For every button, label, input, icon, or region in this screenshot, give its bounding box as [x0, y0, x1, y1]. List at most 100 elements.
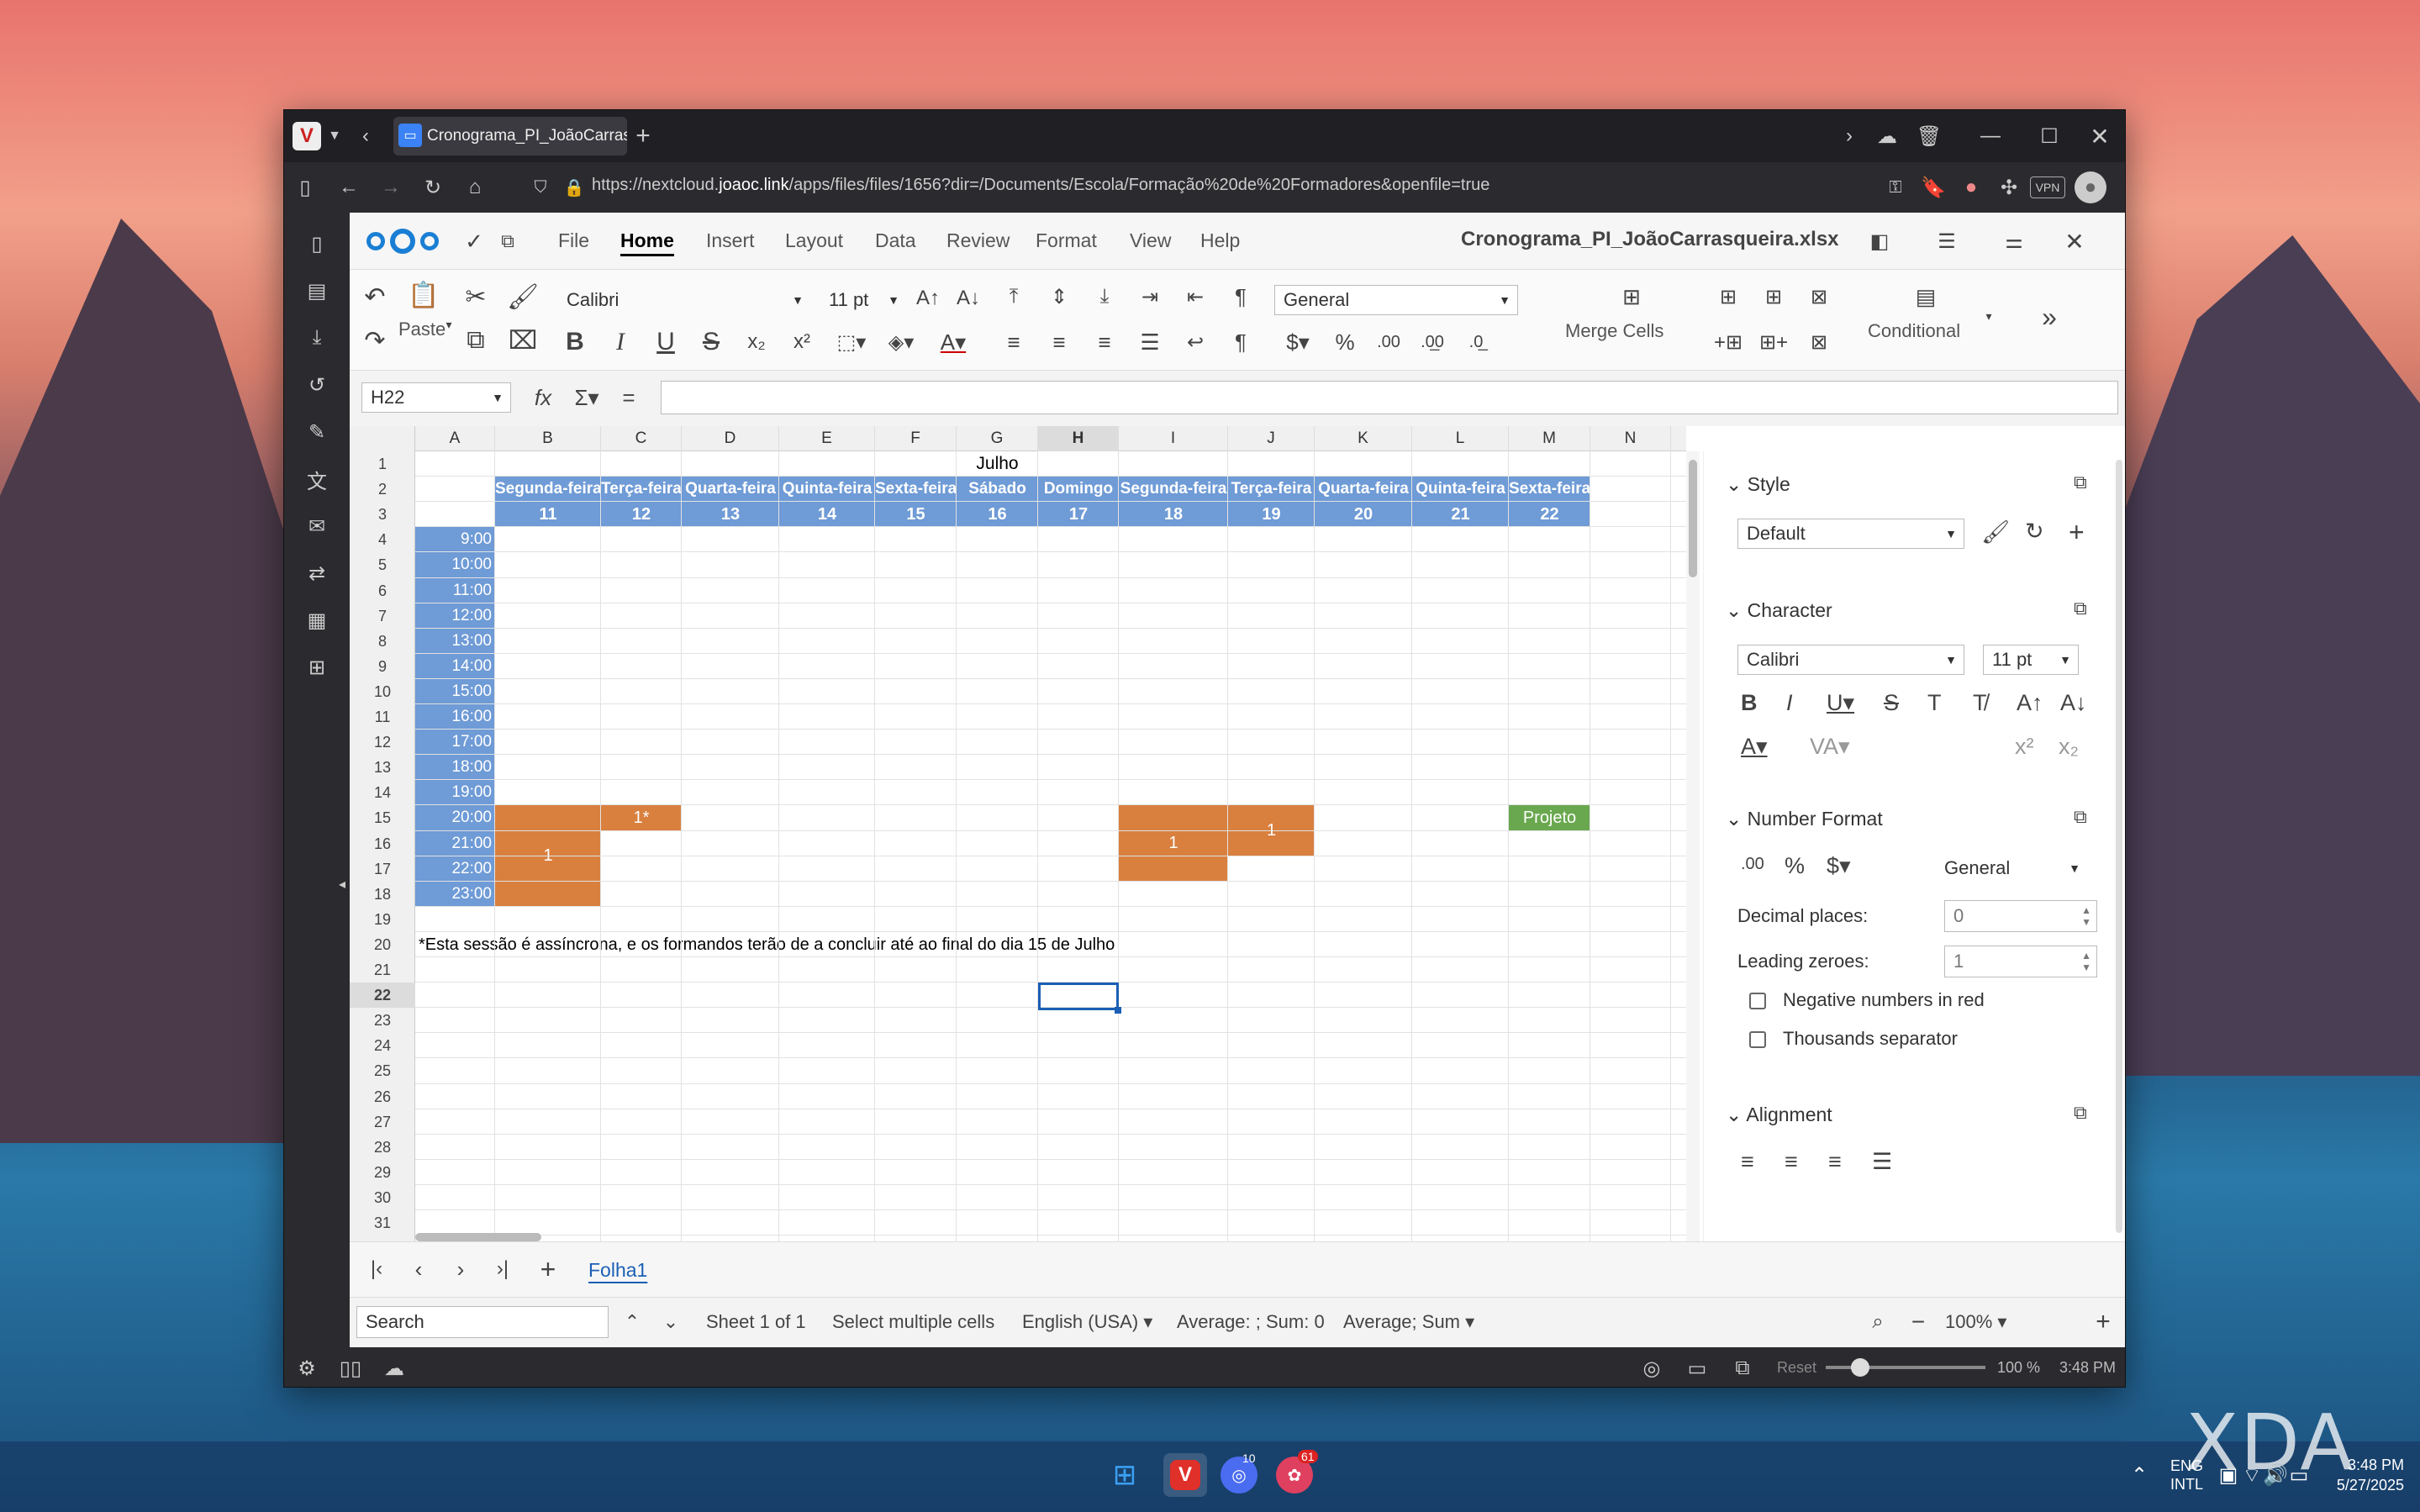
reading-list-icon[interactable]: ▤ — [301, 275, 333, 307]
calendar-icon[interactable]: ▦ — [301, 604, 333, 636]
shrink-font-icon[interactable]: A↓ — [952, 280, 985, 317]
sheet-tab-folha1[interactable]: Folha1 — [588, 1259, 647, 1282]
open-external-icon[interactable]: ⧉ — [2074, 1102, 2087, 1124]
cloud-sync-icon[interactable]: ☁ — [380, 1354, 409, 1383]
open-external-icon[interactable]: ⧉ — [2074, 598, 2087, 619]
forward-icon[interactable]: → — [377, 173, 405, 202]
bold-icon[interactable]: B — [558, 324, 592, 361]
time-label[interactable]: 11:00 — [415, 578, 495, 603]
time-label[interactable]: 19:00 — [415, 780, 495, 805]
superscript-icon[interactable]: x² — [2015, 734, 2034, 760]
increase-indent-icon[interactable]: ⇥ — [1133, 278, 1167, 315]
row-header-11[interactable]: 11 — [350, 704, 415, 730]
day-header[interactable]: Segunda-feira — [495, 477, 601, 502]
home-icon[interactable]: ⌂ — [461, 173, 489, 202]
maximize-icon[interactable]: ☐ — [2032, 122, 2066, 150]
vivaldi-taskbar-icon[interactable]: V — [1163, 1453, 1207, 1497]
align-right-icon[interactable]: ≡ — [1088, 324, 1121, 361]
underline-icon[interactable]: U▾ — [1827, 690, 1854, 716]
time-label[interactable]: 17:00 — [415, 730, 495, 755]
time-label[interactable]: 9:00 — [415, 527, 495, 552]
sidebar-scrollbar[interactable] — [2116, 460, 2122, 1233]
row-header-10[interactable]: 10 — [350, 679, 415, 704]
minimize-icon[interactable]: — — [1974, 122, 2007, 150]
style-select[interactable]: Default ▼ — [1737, 519, 1964, 549]
row-header-2[interactable]: 2 — [350, 477, 415, 502]
date-header[interactable]: 14 — [779, 502, 875, 527]
date-header[interactable]: 12 — [601, 502, 682, 527]
negative-red-checkbox[interactable] — [1749, 993, 1766, 1009]
justify-icon[interactable]: ☰ — [1872, 1149, 1892, 1175]
number-format-icon[interactable]: .00 — [1368, 324, 1409, 361]
row-header-16[interactable]: 16 — [350, 831, 415, 856]
day-header[interactable]: Quarta-feira — [1315, 477, 1412, 502]
row-header-26[interactable]: 26 — [350, 1084, 415, 1109]
undo-icon[interactable]: ↶ — [358, 278, 392, 315]
column-header-l[interactable]: L — [1412, 426, 1509, 451]
bookmark-icon[interactable]: 🔖 — [1919, 173, 1948, 202]
sync-icon[interactable]: ⇄ — [301, 557, 333, 589]
menu-file[interactable]: File — [558, 229, 589, 252]
volume-icon[interactable]: 🔊 — [2263, 1458, 2288, 1492]
font-size-select[interactable]: 11 pt ▼ — [820, 285, 904, 315]
column-header-d[interactable]: D — [682, 426, 779, 451]
align-left-icon[interactable]: ≡ — [1741, 1149, 1754, 1175]
number-format-dropdown[interactable]: General ▼ — [1274, 285, 1518, 315]
justify-icon[interactable]: ☰ — [1133, 324, 1167, 361]
language-select[interactable]: English (USA) ▾ — [1022, 1311, 1152, 1333]
add-panel-icon[interactable]: ⊞ — [301, 651, 333, 683]
session-i[interactable]: 1 — [1119, 805, 1228, 882]
date-header[interactable]: 22 — [1509, 502, 1590, 527]
last-sheet-icon[interactable]: ›| — [486, 1252, 519, 1286]
rtl-icon[interactable]: ¶ — [1224, 324, 1257, 361]
row-header-29[interactable]: 29 — [350, 1160, 415, 1185]
italic-icon[interactable]: I — [1786, 690, 1793, 716]
horizontal-scrollbar[interactable] — [415, 1233, 541, 1241]
key-icon[interactable]: ⚿ — [1881, 173, 1910, 202]
time-label[interactable]: 10:00 — [415, 552, 495, 577]
insert-rows-below-icon[interactable]: +⊞ — [1711, 324, 1745, 361]
time-label[interactable]: 20:00 — [415, 805, 495, 830]
borders-icon[interactable]: ⬚▾ — [830, 324, 873, 361]
cloud-icon[interactable]: ☁ — [1873, 122, 1901, 150]
column-header-n[interactable]: N — [1590, 426, 1671, 451]
day-header[interactable]: Quinta-feira — [1412, 477, 1509, 502]
clone-formatting-icon[interactable]: 🖌 — [506, 278, 540, 315]
time-label[interactable]: 15:00 — [415, 679, 495, 704]
panel-icon[interactable]: ▯ — [291, 173, 319, 202]
session-b[interactable]: 1 — [495, 805, 601, 907]
properties-icon[interactable]: ⚌ — [1997, 224, 2031, 258]
extension-brain-icon[interactable]: ● — [1957, 173, 1985, 202]
open-external-icon[interactable]: ⧉ — [2074, 806, 2087, 828]
row-header-27[interactable]: 27 — [350, 1109, 415, 1135]
bold-icon[interactable]: B — [1741, 690, 1758, 716]
vpn-badge[interactable]: VPN — [2030, 176, 2065, 198]
session-m-project[interactable]: Projeto — [1509, 805, 1590, 831]
reload-icon[interactable]: ↻ — [419, 173, 447, 202]
open-external-icon[interactable]: ⧉ — [493, 224, 523, 258]
url-field[interactable]: https://nextcloud.joaoc.link/apps/files/… — [592, 176, 2105, 199]
day-header[interactable]: Sábado — [957, 477, 1038, 502]
language-indicator[interactable]: ENG INTL — [2170, 1457, 2203, 1494]
menu-insert[interactable]: Insert — [706, 229, 755, 252]
row-header-20[interactable]: 20 — [350, 932, 415, 957]
shrink-font-icon[interactable]: A↓ — [2060, 690, 2087, 716]
sidebar-number-format-select[interactable]: General ▼ — [1936, 853, 2087, 883]
back-tab-icon[interactable]: ‹ — [351, 122, 380, 150]
browser-tab[interactable]: ▭ Cronograma_PI_JoãoCarrasqu — [393, 117, 627, 155]
time-label[interactable]: 14:00 — [415, 654, 495, 679]
column-header-a[interactable]: A — [415, 426, 495, 451]
conditional-dropdown-icon[interactable]: ▾ — [1980, 303, 1997, 329]
clear-format-icon[interactable]: T̸ — [1973, 690, 1987, 716]
refresh-style-icon[interactable]: ↻ — [2025, 519, 2044, 545]
date-header[interactable]: 17 — [1038, 502, 1119, 527]
stats-dropdown[interactable]: Average; Sum ▾ — [1343, 1311, 1474, 1333]
page-actions-icon[interactable]: ⧉ — [1728, 1354, 1757, 1383]
forward-tab-icon[interactable]: › — [1835, 122, 1864, 150]
delete-decimal-icon[interactable]: .0̲ — [1456, 324, 1496, 361]
zoom-select[interactable]: 100% ▾ — [1945, 1311, 2006, 1333]
grow-font-icon[interactable]: A↑ — [911, 280, 945, 317]
date-header[interactable]: 11 — [495, 502, 601, 527]
sidebar-toggle-icon[interactable]: ◧ — [1863, 224, 1896, 258]
row-header-6[interactable]: 6 — [350, 578, 415, 603]
